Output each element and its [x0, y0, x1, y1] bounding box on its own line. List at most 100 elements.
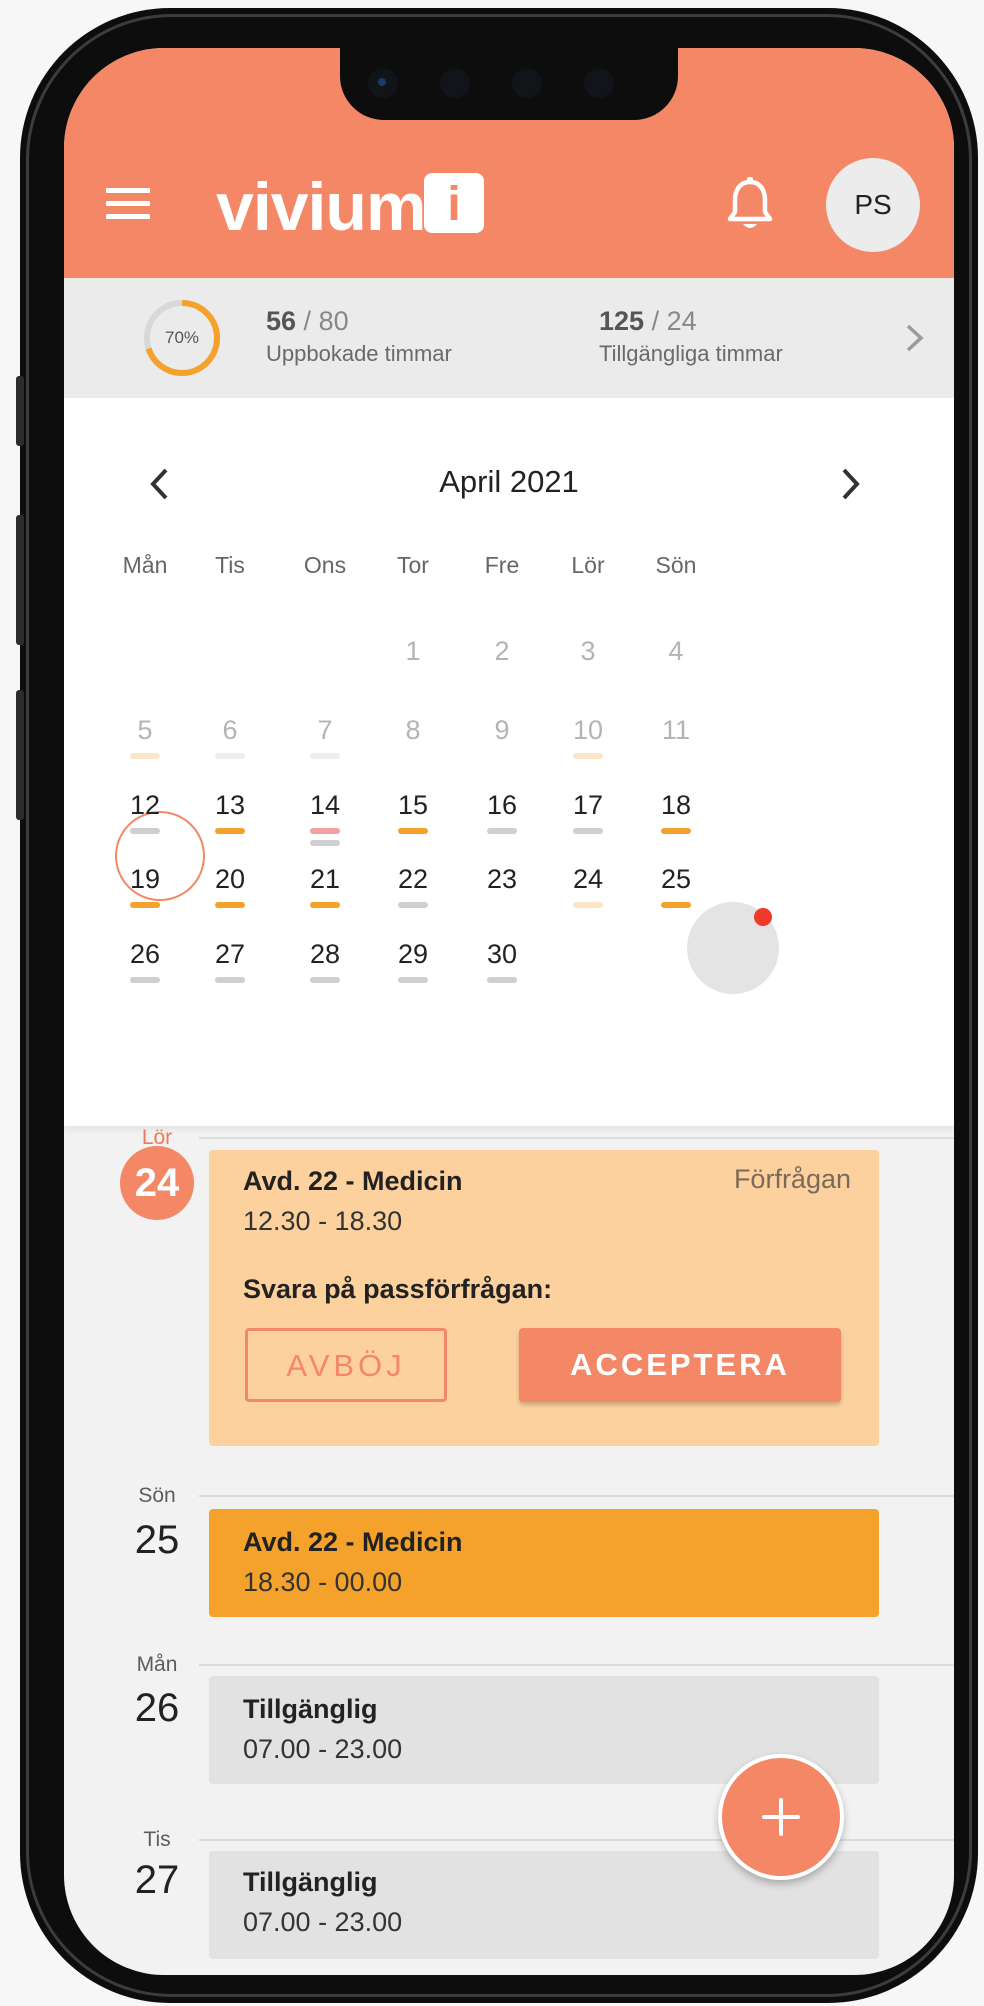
calendar-day-15[interactable]: 15 — [368, 790, 458, 821]
request-prompt: Svara på passförfrågan: — [243, 1274, 553, 1304]
calendar-day-16[interactable]: 16 — [457, 790, 547, 821]
calendar-day-6[interactable]: 6 — [185, 715, 275, 746]
agenda-date: 26 — [134, 1686, 180, 1730]
phone-notch — [340, 48, 678, 120]
agenda-weekday: Sön — [138, 1484, 176, 1507]
card-time: 07.00 - 23.00 — [243, 1734, 403, 1764]
sensor-3 — [584, 68, 614, 98]
booked-value: 56 — [266, 306, 297, 336]
agenda-weekday: Mån — [136, 1653, 178, 1676]
calendar-day-29[interactable]: 29 — [368, 939, 458, 970]
card-title: Avd. 22 - Medicin — [243, 1527, 463, 1557]
bell-icon[interactable] — [726, 176, 774, 234]
shift-marker — [310, 753, 340, 759]
shift-marker — [310, 840, 340, 846]
phone-silent-switch — [16, 376, 24, 446]
weekday-header-2: Tis — [215, 552, 245, 578]
calendar-day-23[interactable]: 23 — [457, 864, 547, 895]
logo-text: vivium — [216, 169, 426, 245]
available-value: 125 — [599, 306, 645, 336]
booked-total: 80 — [318, 306, 349, 336]
day-separator — [199, 1839, 954, 1841]
user-avatar[interactable]: PS — [826, 158, 920, 252]
calendar-day-28[interactable]: 28 — [280, 939, 370, 970]
phone-volume-up — [16, 515, 24, 645]
shift-marker — [573, 753, 603, 759]
weekday-header-5: Fre — [484, 552, 520, 578]
shift-request-card[interactable]: Avd. 22 - Medicin Förfrågan 12.30 - 18.3… — [209, 1150, 879, 1446]
agenda-date-highlighted: 24 — [120, 1146, 194, 1220]
shift-marker — [398, 828, 428, 834]
calendar-day-22[interactable]: 22 — [368, 864, 458, 895]
calendar-day-10[interactable]: 10 — [543, 715, 633, 746]
booked-hours-stat: 56 / 80 Uppbokade timmar — [266, 306, 452, 366]
progress-percent: 70% — [164, 328, 200, 347]
calendar-day-8[interactable]: 8 — [368, 715, 458, 746]
shift-marker — [130, 828, 160, 834]
app-screen: vivium i PS 70% 56 / 80 Uppbokade timmar… — [64, 48, 954, 1975]
calendar-day-27[interactable]: 27 — [185, 939, 275, 970]
calendar-day-7[interactable]: 7 — [280, 715, 370, 746]
calendar-day-20[interactable]: 20 — [185, 864, 275, 895]
calendar-day-9[interactable]: 9 — [457, 715, 547, 746]
calendar-day-17[interactable]: 17 — [543, 790, 633, 821]
shift-card[interactable]: Avd. 22 - Medicin 18.30 - 00.00 — [209, 1509, 879, 1617]
shift-marker — [573, 828, 603, 834]
notification-dot — [754, 908, 772, 926]
calendar-day-30[interactable]: 30 — [457, 939, 547, 970]
calendar-day-2[interactable]: 2 — [457, 636, 547, 667]
hours-summary-bar[interactable]: 70% 56 / 80 Uppbokade timmar 125 / 24 Ti… — [64, 278, 954, 398]
calendar-day-13[interactable]: 13 — [185, 790, 275, 821]
weekday-header-7: Sön — [655, 552, 697, 578]
shift-marker — [661, 902, 691, 908]
calendar-day-21[interactable]: 21 — [280, 864, 370, 895]
shift-marker — [130, 902, 160, 908]
card-time: 07.00 - 23.00 — [243, 1907, 403, 1937]
card-time: 12.30 - 18.30 — [243, 1206, 403, 1236]
shift-marker — [398, 902, 428, 908]
calendar-day-14[interactable]: 14 — [280, 790, 370, 821]
weekday-header-4: Tor — [397, 552, 429, 578]
available-hours-stat: 125 / 24 Tillgängliga timmar — [599, 306, 783, 366]
accept-button[interactable]: ACCEPTERA — [519, 1328, 841, 1402]
agenda-date: 27 — [134, 1858, 180, 1902]
agenda-weekday: Tis — [143, 1828, 171, 1851]
calendar-day-18[interactable]: 18 — [631, 790, 721, 821]
decline-button[interactable]: AVBÖJ — [245, 1328, 447, 1402]
front-camera — [368, 68, 398, 98]
available-total: 24 — [666, 306, 697, 336]
calendar-day-24[interactable]: 24 — [543, 864, 633, 895]
sensor-2 — [512, 68, 542, 98]
month-title: April 2021 — [439, 464, 579, 499]
weekday-header-6: Lör — [571, 552, 605, 578]
calendar-day-26[interactable]: 26 — [100, 939, 190, 970]
available-label: Tillgängliga timmar — [599, 341, 783, 366]
calendar-day-12[interactable]: 12 — [100, 790, 190, 821]
calendar-day-19[interactable]: 19 — [100, 864, 190, 895]
shift-marker — [215, 753, 245, 759]
shift-marker — [398, 977, 428, 983]
shift-marker — [310, 828, 340, 834]
shift-marker — [573, 902, 603, 908]
shift-marker — [310, 902, 340, 908]
shift-marker — [215, 902, 245, 908]
day-separator — [199, 1495, 954, 1497]
add-button[interactable] — [718, 1754, 844, 1880]
hamburger-menu-icon[interactable] — [106, 188, 150, 224]
calendar-day-5[interactable]: 5 — [100, 715, 190, 746]
shift-marker — [487, 828, 517, 834]
month-calendar: April 2021 Mån Tis Ons Tor Fre Lör Sön 1 2 3 4 5 6 7 8… — [64, 398, 954, 1126]
camera-lens — [378, 78, 386, 86]
chevron-right-icon[interactable] — [834, 466, 864, 502]
calendar-day-11[interactable]: 11 — [631, 715, 721, 746]
booked-label: Uppbokade timmar — [266, 341, 452, 366]
calendar-day-25[interactable]: 25 — [631, 864, 721, 895]
card-title: Tillgänglig — [243, 1694, 378, 1724]
chevron-right-icon[interactable] — [904, 322, 926, 354]
phone-volume-down — [16, 690, 24, 820]
calendar-day-4[interactable]: 4 — [631, 636, 721, 667]
calendar-day-1[interactable]: 1 — [368, 636, 458, 667]
day-separator — [199, 1137, 954, 1139]
weekday-header-1: Mån — [122, 552, 168, 578]
calendar-day-3[interactable]: 3 — [543, 636, 633, 667]
